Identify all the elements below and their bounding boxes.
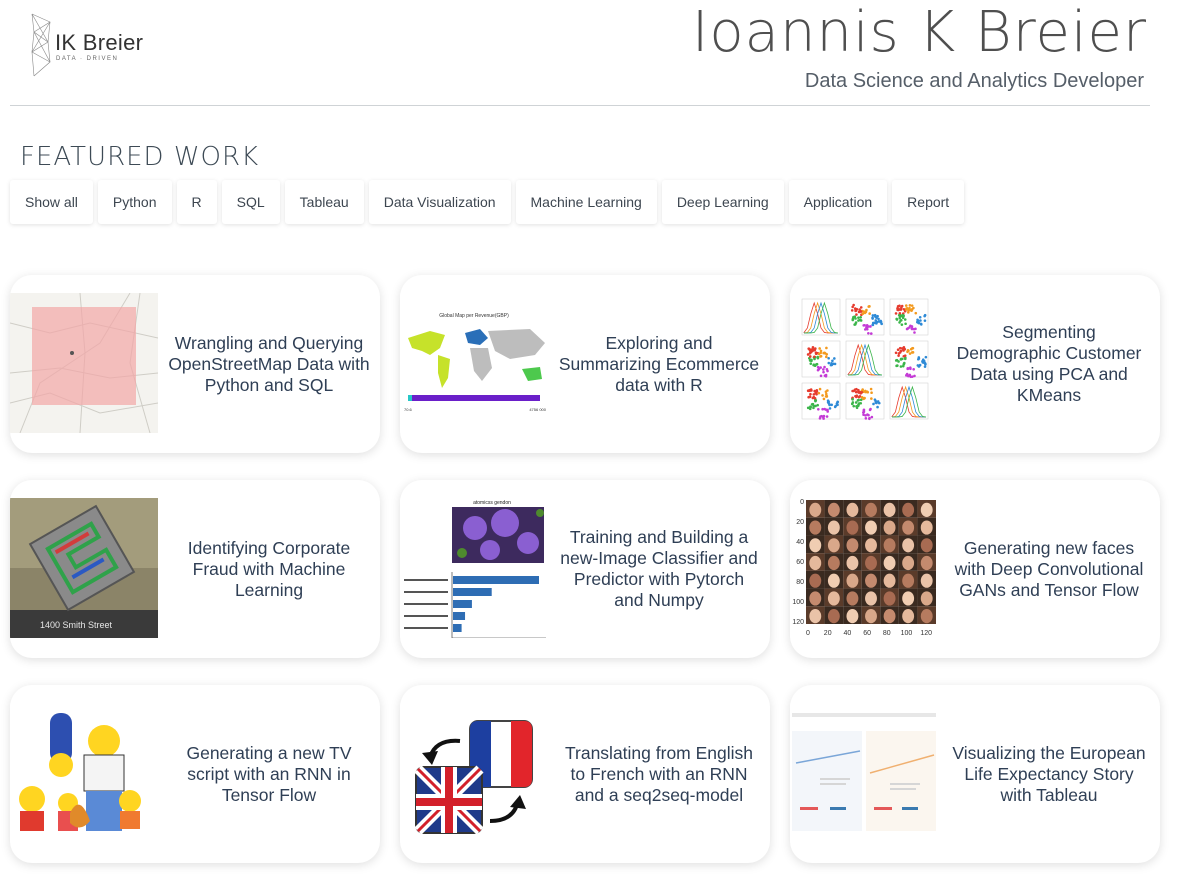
logo-mark-icon bbox=[31, 13, 51, 77]
flower-classifier-thumbnail: atomicss gendon bbox=[400, 498, 548, 638]
filter-machine-learning-button[interactable]: Machine Learning bbox=[515, 180, 657, 224]
project-card[interactable]: Visualizing the European Life Expectancy… bbox=[790, 685, 1160, 863]
project-title: Training and Building a new-Image Classi… bbox=[560, 527, 758, 610]
project-card[interactable]: Translating from English to French with … bbox=[400, 685, 770, 863]
axis-x-tick: 100 bbox=[901, 630, 913, 637]
thumb-chart-title: atomicss gendon bbox=[473, 500, 511, 506]
project-card[interactable]: 1400 Smith Street Identifying Corporate … bbox=[10, 480, 380, 658]
site-subtitle: Data Science and Analytics Developer bbox=[804, 70, 1144, 92]
axis-x-tick: 120 bbox=[920, 630, 932, 637]
bar bbox=[453, 588, 492, 596]
faces-grid-thumbnail: 0 20 40 60 80 100 120 0 20 40 60 80 100 120 bbox=[790, 498, 938, 638]
thumb-chart-title: Global Map per Revenue(GBP) bbox=[439, 313, 509, 319]
project-title: Segmenting Demographic Customer Data usi… bbox=[956, 322, 1142, 405]
flags-thumbnail bbox=[400, 703, 548, 843]
uk-flag-icon bbox=[414, 765, 484, 835]
axis-x-tick: 40 bbox=[843, 630, 851, 637]
axis-x-tick: 20 bbox=[824, 630, 832, 637]
filter-sql-button[interactable]: SQL bbox=[221, 180, 280, 224]
axis-y-tick: 100 bbox=[792, 599, 804, 606]
bar-label-placeholder bbox=[404, 603, 448, 605]
filter-data-visualization-button[interactable]: Data Visualization bbox=[368, 180, 511, 224]
project-title: Exploring and Summarizing Ecommerce data… bbox=[558, 332, 760, 395]
axis-y-tick: 80 bbox=[796, 579, 804, 586]
scatter-matrix-thumbnail bbox=[790, 293, 938, 433]
project-title: Translating from English to French with … bbox=[564, 742, 754, 805]
bar-label-placeholder bbox=[404, 615, 448, 617]
axis-y-tick: 20 bbox=[796, 519, 804, 526]
project-card[interactable]: 0 20 40 60 80 100 120 0 20 40 60 80 100 120 Generatin… bbox=[790, 480, 1160, 658]
axis-y-tick: 120 bbox=[792, 619, 804, 626]
simpsons-thumbnail bbox=[10, 703, 158, 843]
bar bbox=[453, 612, 466, 620]
axis-x-tick: 80 bbox=[883, 630, 891, 637]
header-divider bbox=[10, 105, 1150, 106]
project-title: Generating new faces with Deep Convoluti… bbox=[954, 537, 1144, 600]
section-title: FEATURED WORK bbox=[20, 142, 260, 172]
logo-tagline: DATA · DRIVEN bbox=[56, 56, 119, 62]
axis-y-tick: 0 bbox=[800, 499, 804, 506]
bar bbox=[453, 624, 462, 632]
project-card[interactable]: Generating a new TV script with an RNN i… bbox=[10, 685, 380, 863]
bar-label-placeholder bbox=[404, 627, 448, 629]
project-card[interactable]: Segmenting Demographic Customer Data usi… bbox=[790, 275, 1160, 453]
filter-deep-learning-button[interactable]: Deep Learning bbox=[661, 180, 784, 224]
filter-bar: Show all Python R SQL Tableau Data Visua… bbox=[10, 180, 965, 224]
axis-y-tick: 40 bbox=[796, 539, 804, 546]
tableau-dashboard-thumbnail bbox=[790, 703, 938, 843]
filter-show-all-button[interactable]: Show all bbox=[10, 180, 93, 224]
axis-x-tick: 60 bbox=[863, 630, 871, 637]
bar bbox=[453, 576, 539, 584]
filter-tableau-button[interactable]: Tableau bbox=[284, 180, 364, 224]
filter-python-button[interactable]: Python bbox=[97, 180, 172, 224]
project-title: Identifying Corporate Fraud with Machine… bbox=[187, 537, 351, 600]
bar-label-placeholder bbox=[404, 579, 448, 581]
project-card[interactable]: atomicss gendon Training and Building a … bbox=[400, 480, 770, 658]
project-title: Wrangling and Querying OpenStreetMap Dat… bbox=[168, 332, 370, 395]
site-title: Ioannis K Breier bbox=[691, 0, 1147, 65]
thumb-scale-min: 70.6 bbox=[404, 407, 413, 412]
project-title: Visualizing the European Life Expectancy… bbox=[952, 742, 1146, 805]
project-card[interactable]: Wrangling and Querying OpenStreetMap Dat… bbox=[10, 275, 380, 453]
thumb-scale-max: 4756 000 bbox=[529, 407, 546, 412]
site-logo[interactable]: IK Breier DATA · DRIVEN bbox=[30, 12, 160, 80]
bar bbox=[453, 600, 472, 608]
axis-x-tick: 0 bbox=[806, 630, 810, 637]
bar-label-placeholder bbox=[404, 591, 448, 593]
axis-y-tick: 60 bbox=[796, 559, 804, 566]
project-card[interactable]: Global Map per Revenue(GBP) 70.6 4756 00… bbox=[400, 275, 770, 453]
enron-sign-thumbnail: 1400 Smith Street bbox=[10, 498, 158, 638]
logo-name: IK Breier bbox=[55, 30, 144, 55]
map-thumbnail bbox=[10, 293, 158, 433]
project-title: Generating a new TV script with an RNN i… bbox=[186, 742, 352, 805]
thumb-caption: 1400 Smith Street bbox=[40, 620, 113, 630]
world-map-chart-thumbnail: Global Map per Revenue(GBP) 70.6 4756 00… bbox=[400, 293, 548, 433]
filter-application-button[interactable]: Application bbox=[788, 180, 888, 224]
filter-report-button[interactable]: Report bbox=[892, 180, 965, 224]
filter-r-button[interactable]: R bbox=[176, 180, 217, 224]
